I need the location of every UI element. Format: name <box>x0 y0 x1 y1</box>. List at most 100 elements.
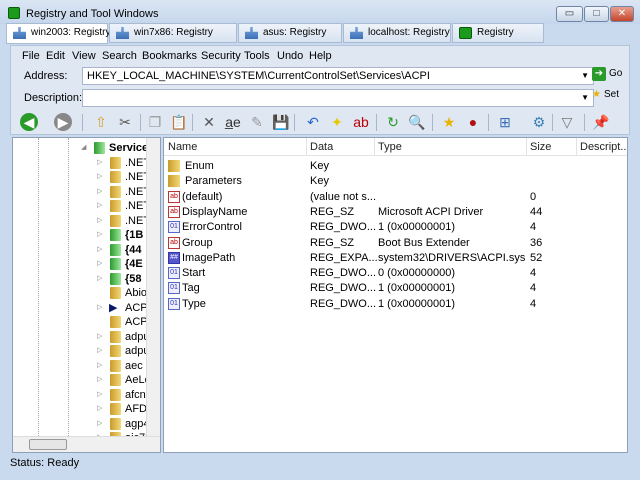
expand-icon[interactable]: ▷ <box>97 187 102 195</box>
expand-icon[interactable]: ▷ <box>97 419 102 427</box>
column-header-1[interactable]: Data <box>310 141 333 153</box>
description-input[interactable]: ▼ <box>82 89 594 107</box>
menu-file[interactable]: File <box>22 50 40 62</box>
tab-1[interactable]: win7x86: Registry <box>109 23 237 43</box>
tree-item[interactable]: ▷ .NET Framework <box>97 199 147 213</box>
tree-item[interactable]: ▷ afcnt <box>97 388 147 402</box>
list-row[interactable]: Enum Key <box>164 159 627 174</box>
paste-icon[interactable]: 📋 <box>170 113 188 131</box>
expand-icon[interactable]: ▷ <box>97 216 102 224</box>
expand-icon[interactable]: ▷ <box>97 404 102 412</box>
compare-icon[interactable]: ● <box>464 113 482 131</box>
column-header-4[interactable]: Descript... <box>580 141 627 153</box>
tree-item[interactable]: ▷ {4E <box>97 257 147 271</box>
tree-item[interactable]: ▷ .NET Data Provider <box>97 185 147 199</box>
bookmark-icon[interactable]: ★ <box>440 113 458 131</box>
dropdown-arrow-icon[interactable]: ▼ <box>581 93 589 102</box>
column-divider[interactable] <box>306 138 307 156</box>
minimize-button[interactable]: ▭ <box>556 6 583 22</box>
tree-item[interactable]: ▷ AFD <box>97 402 147 416</box>
tree-item[interactable]: ACPIEC <box>97 315 147 329</box>
tab-0[interactable]: win2003: Registry <box>6 23 110 44</box>
copy-icon[interactable]: ❐ <box>146 113 164 131</box>
back-icon[interactable]: ◀ <box>20 113 38 131</box>
network-icon[interactable]: ⊞ <box>496 113 514 131</box>
close-button[interactable]: ✕ <box>610 6 634 22</box>
delete-icon[interactable]: ✕ <box>200 113 218 131</box>
cut-icon[interactable]: ✂ <box>116 113 134 131</box>
tree-item[interactable]: Abiosdsk <box>97 286 147 300</box>
tree-item[interactable]: ▷ ▶ ACPI <box>97 301 147 315</box>
expand-icon[interactable]: ▷ <box>97 158 102 166</box>
expand-icon[interactable]: ▷ <box>97 201 102 209</box>
column-header-3[interactable]: Size <box>530 141 551 153</box>
list-row[interactable]: 01 ErrorControl REG_DWO... 1 (0x00000001) 4 <box>164 220 627 235</box>
list-row[interactable]: ab DisplayName REG_SZ Microsoft ACPI Driver… <box>164 205 627 220</box>
tree-item[interactable]: ▷ {44 <box>97 243 147 257</box>
list-row[interactable]: ## ImagePath REG_EXPA... system32\DRIVERS\A… <box>164 251 627 266</box>
tree-item[interactable]: ▷ agp440 <box>97 417 147 431</box>
tree-horizontal-scrollbar[interactable] <box>13 436 160 452</box>
list-row[interactable]: ab Group REG_SZ Boot Bus Extender 36 <box>164 236 627 251</box>
tab-3[interactable]: localhost: Registry <box>343 23 451 43</box>
list-row[interactable]: 01 Start REG_DWO... 0 (0x00000000) 4 <box>164 266 627 281</box>
tree-item[interactable]: ▷ {58 <box>97 272 147 286</box>
expand-icon[interactable]: ▷ <box>97 259 102 267</box>
column-header-0[interactable]: Name <box>168 141 197 153</box>
edit-icon[interactable]: ✎ <box>248 113 266 131</box>
menu-tools[interactable]: Tools <box>244 50 270 62</box>
expand-icon[interactable]: ▷ <box>97 303 102 311</box>
tree-item[interactable]: ▷ .NETFramework <box>97 214 147 228</box>
expand-icon[interactable]: ▷ <box>97 172 102 180</box>
dropdown-arrow-icon[interactable]: ▼ <box>581 71 589 80</box>
column-divider[interactable] <box>374 138 375 156</box>
menu-undo[interactable]: Undo <box>277 50 303 62</box>
column-header-2[interactable]: Type <box>378 141 402 153</box>
set-button[interactable]: ★ Set <box>592 89 619 100</box>
column-divider[interactable] <box>576 138 577 156</box>
menu-view[interactable]: View <box>72 50 96 62</box>
list-row[interactable]: ab (default) (value not s... 0 <box>164 190 627 205</box>
collapse-icon[interactable]: ◢ <box>81 143 86 151</box>
tree-item[interactable]: ▷ adpu160m <box>97 330 147 344</box>
refresh-icon[interactable]: ↻ <box>384 113 402 131</box>
rename-icon[interactable]: a̲e <box>224 113 242 131</box>
filter-icon[interactable]: ▽ <box>558 113 576 131</box>
address-input[interactable]: HKEY_LOCAL_MACHINE\SYSTEM\CurrentControl… <box>82 67 594 85</box>
tree-vertical-scrollbar[interactable] <box>146 138 160 436</box>
expand-icon[interactable]: ▷ <box>97 245 102 253</box>
list-row[interactable]: Parameters Key <box>164 174 627 189</box>
tree-item[interactable]: ▷ AeLookupSvc <box>97 373 147 387</box>
new-key-icon[interactable]: ✦ <box>328 113 346 131</box>
expand-icon[interactable]: ▷ <box>97 274 102 282</box>
tree-item[interactable]: ▷ aec <box>97 359 147 373</box>
tree-item[interactable]: ▷ {1B <box>97 228 147 242</box>
list-row[interactable]: 01 Type REG_DWO... 1 (0x00000001) 4 <box>164 297 627 312</box>
tree-item[interactable]: ▷ adpu320 <box>97 344 147 358</box>
undo-icon[interactable]: ↶ <box>304 113 322 131</box>
forward-icon[interactable]: ▶ <box>54 113 72 131</box>
new-value-icon[interactable]: ab <box>352 113 370 131</box>
pin-icon[interactable]: 📌 <box>592 113 610 131</box>
menu-edit[interactable]: Edit <box>46 50 65 62</box>
expand-icon[interactable]: ▷ <box>97 361 102 369</box>
find-icon[interactable]: 🔍 <box>408 113 426 131</box>
list-row[interactable]: 01 Tag REG_DWO... 1 (0x00000001) 4 <box>164 281 627 296</box>
menu-bookmarks[interactable]: Bookmarks <box>142 50 197 62</box>
tab-2[interactable]: asus: Registry <box>238 23 342 43</box>
tree-item[interactable]: ▷ .NET CLR Data <box>97 156 147 170</box>
maximize-button[interactable]: □ <box>584 6 609 22</box>
tab-4[interactable]: Registry <box>452 23 544 43</box>
expand-icon[interactable]: ▷ <box>97 346 102 354</box>
menu-help[interactable]: Help <box>309 50 332 62</box>
go-button[interactable]: ➔ Go <box>592 67 622 81</box>
connect-icon[interactable]: ⚙ <box>530 113 548 131</box>
column-divider[interactable] <box>526 138 527 156</box>
up-folder-icon[interactable]: ⇧ <box>92 113 110 131</box>
save-icon[interactable]: 💾 <box>272 113 290 131</box>
expand-icon[interactable]: ▷ <box>97 230 102 238</box>
expand-icon[interactable]: ▷ <box>97 332 102 340</box>
expand-icon[interactable]: ▷ <box>97 375 102 383</box>
tree-item[interactable]: ▷ .NET CLR Networking <box>97 170 147 184</box>
menu-search[interactable]: Search <box>102 50 137 62</box>
